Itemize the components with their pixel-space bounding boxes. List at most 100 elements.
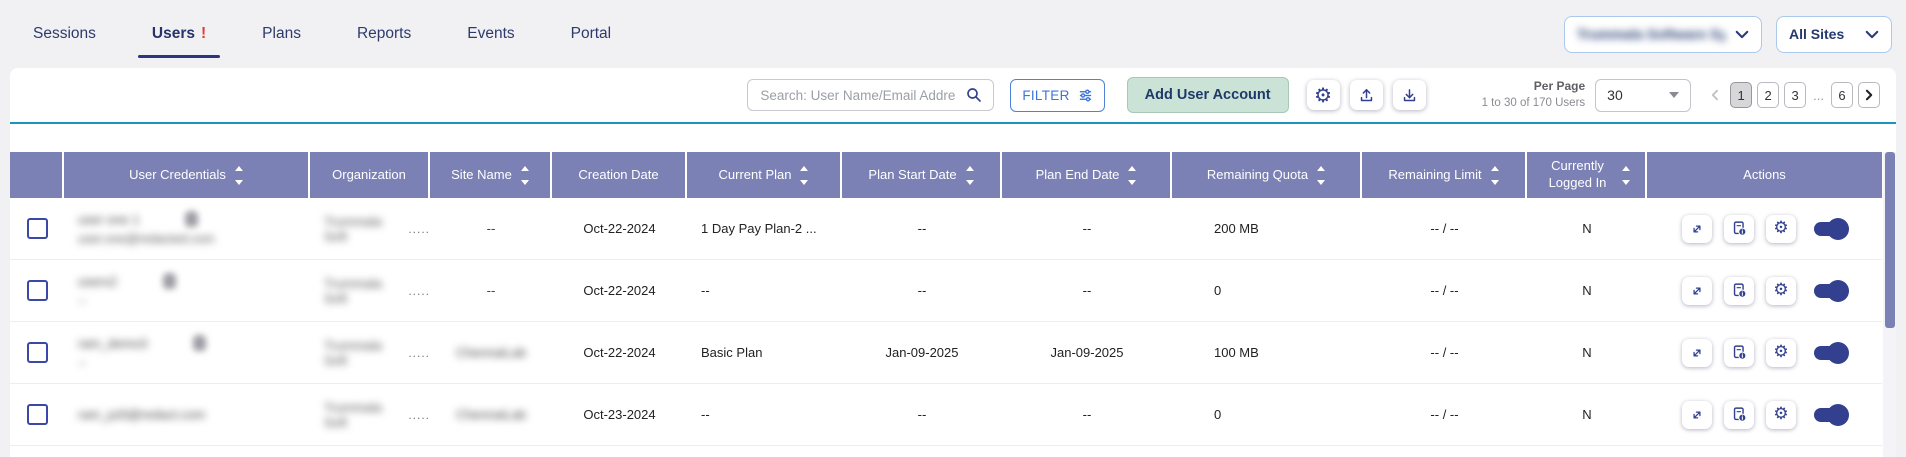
status-toggle[interactable] bbox=[1814, 222, 1847, 236]
status-toggle[interactable] bbox=[1814, 408, 1847, 422]
organization-cell: Trummala Soft..... bbox=[310, 198, 430, 259]
sort-arrows-icon[interactable] bbox=[521, 166, 529, 185]
remaining-limit-cell: -- / -- bbox=[1362, 198, 1527, 259]
export-upload-button[interactable] bbox=[1350, 80, 1383, 110]
users-panel: FILTER Add User Account ⚙ Per Page 1 to … bbox=[10, 68, 1896, 457]
user-plan-info-button[interactable] bbox=[1724, 339, 1754, 367]
caret-down-icon bbox=[1669, 92, 1679, 98]
user-plan-info-button[interactable] bbox=[1724, 401, 1754, 429]
column-header-plan-end-date[interactable]: Plan End Date bbox=[1002, 152, 1172, 198]
tab-plans[interactable]: Plans bbox=[254, 0, 309, 68]
sort-arrows-icon[interactable] bbox=[1317, 166, 1325, 185]
user-plan-info-button[interactable] bbox=[1724, 277, 1754, 305]
current-plan-cell: -- bbox=[687, 384, 842, 445]
user-settings-button[interactable]: ⚙ bbox=[1766, 339, 1796, 367]
table-settings-button[interactable]: ⚙ bbox=[1307, 80, 1340, 110]
sort-arrows-icon[interactable] bbox=[235, 166, 243, 185]
per-page-summary: Per Page 1 to 30 of 170 Users bbox=[1482, 79, 1586, 110]
chevron-down-icon bbox=[1865, 30, 1879, 39]
remaining-quota-cell: 200 MB bbox=[1172, 198, 1362, 259]
search-input[interactable] bbox=[758, 87, 959, 104]
filter-button-label: FILTER bbox=[1022, 88, 1069, 103]
expand-icon bbox=[1690, 408, 1704, 422]
column-header-site-name[interactable]: Site Name bbox=[430, 152, 552, 198]
user-settings-button[interactable]: ⚙ bbox=[1766, 401, 1796, 429]
column-header-current-plan[interactable]: Current Plan bbox=[687, 152, 842, 198]
previous-page-button[interactable] bbox=[1703, 82, 1725, 108]
tab-events[interactable]: Events bbox=[459, 0, 522, 68]
user-settings-button[interactable]: ⚙ bbox=[1766, 215, 1796, 243]
scrollbar-thumb[interactable] bbox=[1885, 152, 1895, 328]
column-header-remaining-quota[interactable]: Remaining Quota bbox=[1172, 152, 1362, 198]
table-row: ram_jul3@redact.com Trummala Soft..... C… bbox=[10, 384, 1882, 446]
tab-label: Users bbox=[152, 25, 195, 43]
filter-button[interactable]: FILTER bbox=[1010, 79, 1104, 112]
users-table: User Credentials Organization Site Name … bbox=[10, 152, 1896, 446]
vertical-scrollbar[interactable] bbox=[1883, 152, 1896, 457]
top-tab-bar: Sessions Users ! Plans Reports Events Po… bbox=[0, 0, 1906, 68]
organization-cell: Trummala Soft..... bbox=[310, 384, 430, 445]
organization-dropdown[interactable]: Trummala Software Systems bbox=[1564, 16, 1762, 53]
column-header-currently-logged-in[interactable]: Currently Logged In bbox=[1527, 152, 1647, 198]
user-settings-button[interactable]: ⚙ bbox=[1766, 277, 1796, 305]
column-header-remaining-limit[interactable]: Remaining Limit bbox=[1362, 152, 1527, 198]
page-size-value: 30 bbox=[1607, 87, 1623, 103]
current-plan-cell: -- bbox=[687, 260, 842, 321]
site-name-cell: ChennaiLab bbox=[430, 322, 552, 383]
column-header-user-credentials[interactable]: User Credentials bbox=[64, 152, 310, 198]
site-name-cell: ChennaiLab bbox=[430, 384, 552, 445]
column-header-creation-date[interactable]: Creation Date bbox=[552, 152, 687, 198]
status-toggle[interactable] bbox=[1814, 284, 1847, 298]
import-download-button[interactable] bbox=[1393, 80, 1426, 110]
download-icon bbox=[1401, 87, 1418, 104]
expand-user-button[interactable] bbox=[1682, 215, 1712, 243]
tab-users[interactable]: Users ! bbox=[144, 0, 214, 68]
tab-label: Reports bbox=[357, 25, 411, 43]
plan-end-date-cell: -- bbox=[1002, 198, 1172, 259]
sort-arrows-icon[interactable] bbox=[1622, 166, 1630, 185]
sites-dropdown[interactable]: All Sites bbox=[1776, 16, 1892, 53]
plan-end-date-cell: -- bbox=[1002, 384, 1172, 445]
gear-icon: ⚙ bbox=[1773, 344, 1788, 361]
document-info-icon bbox=[1731, 344, 1748, 361]
row-checkbox[interactable] bbox=[27, 342, 48, 363]
row-checkbox[interactable] bbox=[27, 218, 48, 239]
sort-arrows-icon[interactable] bbox=[1128, 166, 1136, 185]
page-button-1[interactable]: 1 bbox=[1730, 82, 1752, 108]
current-plan-cell: 1 Day Pay Plan-2 ... bbox=[687, 198, 842, 259]
search-icon[interactable] bbox=[965, 86, 983, 104]
creation-date-cell: Oct-22-2024 bbox=[552, 260, 687, 321]
remaining-limit-cell: -- / -- bbox=[1362, 322, 1527, 383]
sort-arrows-icon[interactable] bbox=[800, 166, 808, 185]
user-plan-info-button[interactable] bbox=[1724, 215, 1754, 243]
expand-user-button[interactable] bbox=[1682, 339, 1712, 367]
currently-logged-in-cell: N bbox=[1527, 198, 1647, 259]
search-box bbox=[747, 79, 994, 111]
sort-arrows-icon[interactable] bbox=[966, 166, 974, 185]
page-button-3[interactable]: 3 bbox=[1784, 82, 1806, 108]
next-page-button[interactable] bbox=[1858, 82, 1880, 108]
row-checkbox[interactable] bbox=[27, 404, 48, 425]
creation-date-cell: Oct-23-2024 bbox=[552, 384, 687, 445]
expand-user-button[interactable] bbox=[1682, 401, 1712, 429]
remaining-quota-cell: 0 bbox=[1172, 384, 1362, 445]
expand-user-button[interactable] bbox=[1682, 277, 1712, 305]
gear-icon: ⚙ bbox=[1314, 85, 1332, 105]
add-user-account-button[interactable]: Add User Account bbox=[1127, 77, 1289, 113]
page-ellipsis: ... bbox=[1811, 88, 1826, 103]
status-toggle[interactable] bbox=[1814, 346, 1847, 360]
column-header-plan-start-date[interactable]: Plan Start Date bbox=[842, 152, 1002, 198]
avatar bbox=[193, 335, 206, 351]
tab-reports[interactable]: Reports bbox=[349, 0, 419, 68]
tab-portal[interactable]: Portal bbox=[563, 0, 620, 68]
column-header-organization[interactable]: Organization bbox=[310, 152, 430, 198]
sort-arrows-icon[interactable] bbox=[1491, 166, 1499, 185]
pagination: 1 2 3 ... 6 bbox=[1703, 82, 1880, 108]
page-size-select[interactable]: 30 bbox=[1595, 79, 1691, 112]
plan-start-date-cell: -- bbox=[842, 198, 1002, 259]
page-button-2[interactable]: 2 bbox=[1757, 82, 1779, 108]
page-button-6[interactable]: 6 bbox=[1831, 82, 1853, 108]
tab-sessions[interactable]: Sessions bbox=[25, 0, 104, 68]
actions-cell: ⚙ bbox=[1647, 260, 1882, 321]
row-checkbox[interactable] bbox=[27, 280, 48, 301]
